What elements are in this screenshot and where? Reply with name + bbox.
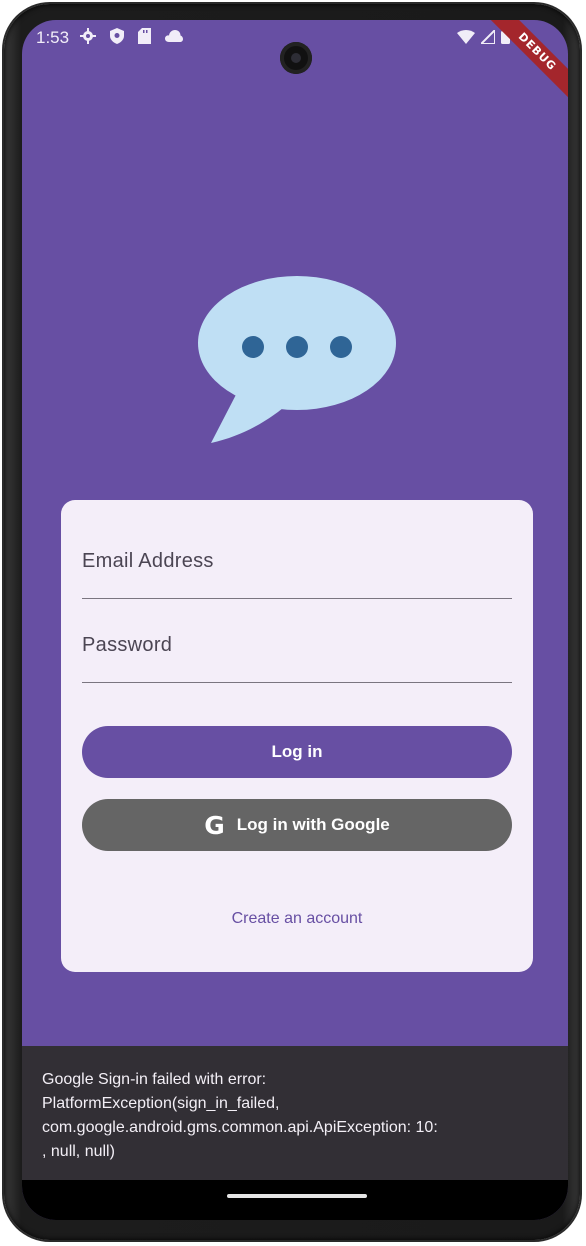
gear-icon — [80, 28, 96, 44]
password-field-label: Password — [82, 634, 173, 656]
status-time: 1:53 — [36, 28, 70, 47]
front-camera — [280, 42, 312, 74]
google-icon: G — [204, 810, 225, 840]
snackbar-message-line: com.google.android.gms.common.api.ApiExc… — [42, 1119, 438, 1136]
password-field[interactable]: Password — [82, 622, 512, 683]
app-screen: 1:53 DEBUG Email Address Password Log in… — [22, 20, 568, 1220]
navigation-bar — [22, 1180, 568, 1220]
cloud-icon — [165, 30, 183, 42]
status-notification-icons — [80, 28, 183, 44]
google-login-button[interactable]: G Log in with Google — [82, 799, 512, 851]
signal-icon — [478, 27, 496, 49]
email-field-label: Email Address — [82, 550, 214, 572]
shield-icon — [110, 28, 124, 44]
create-account-link[interactable]: Create an account — [61, 910, 533, 928]
google-login-button-label: Log in with Google — [236, 815, 390, 834]
error-snackbar: Google Sign-in failed with error: Platfo… — [22, 1046, 568, 1180]
email-field[interactable]: Email Address — [82, 538, 512, 599]
snackbar-message-line: Google Sign-in failed with error: — [42, 1071, 267, 1088]
wifi-icon — [457, 29, 475, 49]
snackbar-message-line: , null, null) — [42, 1143, 115, 1160]
login-button[interactable]: Log in — [82, 726, 512, 778]
chat-bubble-icon — [197, 275, 397, 445]
home-indicator[interactable] — [227, 1194, 367, 1198]
snackbar-message-line: PlatformException(sign_in_failed, — [42, 1095, 280, 1112]
device: 1:53 DEBUG Email Address Password Log in… — [0, 0, 586, 1246]
login-card: Email Address Password Log in G Log in w… — [61, 500, 533, 972]
phone-frame: 1:53 DEBUG Email Address Password Log in… — [4, 4, 580, 1240]
sd-card-icon — [138, 28, 151, 44]
login-button-label: Log in — [271, 742, 323, 761]
